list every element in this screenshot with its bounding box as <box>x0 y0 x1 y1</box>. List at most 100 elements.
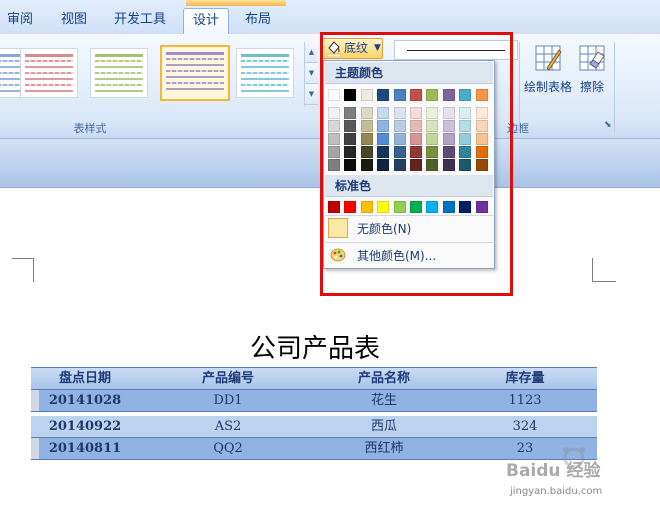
cell-name: 西瓜 <box>370 419 397 434</box>
theme-shade-swatch[interactable] <box>377 159 390 171</box>
theme-color-swatch[interactable] <box>360 89 373 101</box>
tab-developer[interactable]: 开发工具 <box>104 8 176 34</box>
standard-color-swatch[interactable] <box>344 201 357 213</box>
theme-shade-swatch[interactable] <box>426 146 439 158</box>
table-style-thumb[interactable] <box>236 48 294 98</box>
theme-shade-swatch[interactable] <box>426 133 439 145</box>
theme-shade-swatch[interactable] <box>328 146 340 158</box>
theme-shade-swatch[interactable] <box>442 120 455 132</box>
theme-color-swatch[interactable] <box>328 89 340 101</box>
standard-color-swatch[interactable] <box>410 201 422 213</box>
theme-shade-swatch[interactable] <box>377 120 390 132</box>
theme-shade-swatch[interactable] <box>344 159 357 171</box>
gallery-up-button[interactable]: ▲ <box>305 42 318 63</box>
theme-shade-swatch[interactable] <box>328 159 340 171</box>
theme-shade-swatch[interactable] <box>475 120 488 132</box>
tab-design[interactable]: 设计 <box>183 8 229 34</box>
theme-shade-swatch[interactable] <box>442 159 455 171</box>
theme-color-swatch[interactable] <box>410 89 422 101</box>
standard-color-swatch[interactable] <box>442 201 455 213</box>
theme-shade-swatch[interactable] <box>442 107 455 119</box>
thumb-row <box>166 64 224 66</box>
theme-shade-swatch[interactable] <box>475 107 488 119</box>
theme-shade-swatch[interactable] <box>459 159 472 171</box>
line-style-selector[interactable] <box>394 40 518 60</box>
theme-shade-swatch[interactable] <box>360 146 373 158</box>
gallery-more-button[interactable]: ▼ <box>305 84 318 105</box>
theme-shade-swatch[interactable] <box>459 133 472 145</box>
theme-shade-swatch[interactable] <box>344 107 357 119</box>
theme-shade-swatch[interactable] <box>410 159 422 171</box>
standard-color-swatch[interactable] <box>426 201 439 213</box>
theme-shade-swatch[interactable] <box>393 146 406 158</box>
theme-color-swatch[interactable] <box>442 89 455 101</box>
ribbon-tab-bar: 审阅 视图 开发工具 设计 布局 <box>0 0 660 35</box>
standard-color-swatch[interactable] <box>328 201 340 213</box>
thumb-row <box>25 84 73 86</box>
theme-color-swatch[interactable] <box>459 89 472 101</box>
theme-shade-swatch[interactable] <box>328 107 340 119</box>
standard-color-swatch[interactable] <box>393 201 406 213</box>
theme-shade-swatch[interactable] <box>475 133 488 145</box>
standard-color-swatch[interactable] <box>377 201 390 213</box>
theme-shade-swatch[interactable] <box>426 107 439 119</box>
thumb-row <box>241 60 289 62</box>
table-row: 20140922 AS2 西瓜 324 <box>31 416 597 438</box>
theme-color-swatch[interactable] <box>475 89 488 101</box>
table-style-thumb[interactable] <box>20 48 78 98</box>
theme-shade-swatch[interactable] <box>360 107 373 119</box>
theme-shade-swatch[interactable] <box>360 120 373 132</box>
theme-shade-swatch[interactable] <box>410 120 422 132</box>
more-colors-item[interactable]: 其他颜色(M)... <box>325 243 493 269</box>
theme-shade-swatch[interactable] <box>475 159 488 171</box>
standard-color-swatch[interactable] <box>459 201 472 213</box>
cell-code: AS2 <box>214 419 242 434</box>
theme-shade-swatch[interactable] <box>360 133 373 145</box>
theme-shade-swatch[interactable] <box>410 133 422 145</box>
theme-shade-swatch[interactable] <box>344 120 357 132</box>
theme-shade-swatch[interactable] <box>377 107 390 119</box>
shading-button[interactable]: 底纹 ▼ <box>321 38 383 59</box>
thumb-row <box>25 54 73 57</box>
theme-shade-swatch[interactable] <box>344 146 357 158</box>
thumb-row <box>95 60 143 62</box>
table-style-thumb[interactable] <box>90 48 148 98</box>
theme-shade-swatch[interactable] <box>393 159 406 171</box>
theme-shade-swatch[interactable] <box>393 120 406 132</box>
theme-shade-swatch[interactable] <box>393 107 406 119</box>
gallery-down-button[interactable]: ▼ <box>305 63 318 84</box>
table-style-thumb-selected[interactable] <box>160 45 230 101</box>
theme-shade-swatch[interactable] <box>360 159 373 171</box>
theme-shade-swatch[interactable] <box>410 107 422 119</box>
theme-shade-swatch[interactable] <box>442 146 455 158</box>
tab-review[interactable]: 审阅 <box>0 8 40 34</box>
tab-view[interactable]: 视图 <box>46 8 102 34</box>
no-color-item[interactable]: 无颜色(N) <box>325 216 493 242</box>
shading-label: 底纹 <box>344 41 369 55</box>
theme-shade-swatch[interactable] <box>442 133 455 145</box>
thumb-row <box>241 72 289 74</box>
standard-color-swatch[interactable] <box>475 201 488 213</box>
eraser-button[interactable]: 擦除 <box>566 44 618 104</box>
theme-shade-swatch[interactable] <box>377 133 390 145</box>
standard-color-swatch[interactable] <box>360 201 373 213</box>
theme-shade-swatch[interactable] <box>344 133 357 145</box>
theme-shade-swatch[interactable] <box>328 133 340 145</box>
theme-shade-swatch[interactable] <box>426 120 439 132</box>
theme-shade-swatch[interactable] <box>459 120 472 132</box>
theme-shade-swatch[interactable] <box>475 146 488 158</box>
theme-colors-heading: 主题颜色 <box>325 62 493 84</box>
theme-shade-swatch[interactable] <box>426 159 439 171</box>
theme-shade-swatch[interactable] <box>459 107 472 119</box>
theme-shade-swatch[interactable] <box>410 146 422 158</box>
theme-shade-swatch[interactable] <box>328 120 340 132</box>
theme-shade-swatch[interactable] <box>393 133 406 145</box>
theme-color-swatch[interactable] <box>377 89 390 101</box>
tab-layout[interactable]: 布局 <box>236 8 280 34</box>
theme-shade-swatch[interactable] <box>459 146 472 158</box>
theme-color-swatch[interactable] <box>426 89 439 101</box>
dialog-launcher-icon[interactable]: ⬊ <box>604 120 612 130</box>
theme-color-swatch[interactable] <box>344 89 357 101</box>
theme-color-swatch[interactable] <box>393 89 406 101</box>
theme-shade-swatch[interactable] <box>377 146 390 158</box>
